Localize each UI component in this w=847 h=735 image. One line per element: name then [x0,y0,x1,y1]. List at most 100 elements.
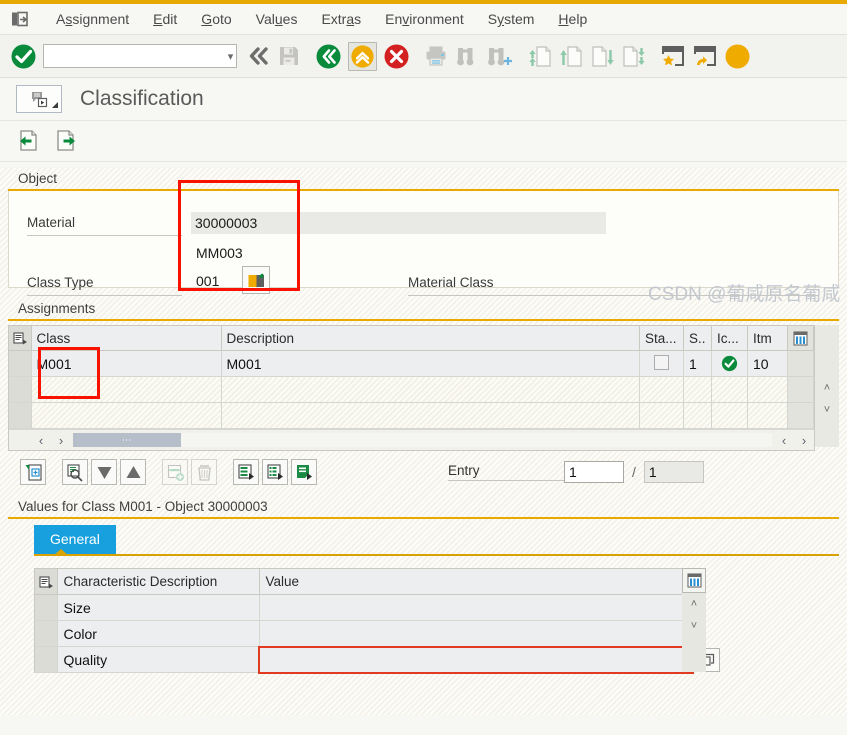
hscroll-thumb[interactable]: ⋯ [73,433,181,447]
hscroll-right-icon[interactable]: › [51,433,71,448]
menu-item-extras[interactable]: Extras [309,11,373,27]
cell-s[interactable]: 1 [683,350,712,377]
save-icon[interactable] [277,44,301,68]
sort-ascending-icon[interactable] [120,459,146,485]
chevron-down-icon[interactable]: ▾ [225,50,236,63]
last-page-icon[interactable] [621,44,646,69]
table-settings-icon[interactable] [787,326,814,351]
classification-screen-icon[interactable] [16,85,62,113]
print-icon[interactable] [424,44,448,68]
cell-characteristic[interactable]: Color [57,620,260,647]
cell-itm[interactable] [747,376,788,403]
cell-value-active[interactable] [258,645,720,674]
cell-ic[interactable] [711,402,748,429]
delete-row-icon[interactable] [191,459,217,485]
row-selector[interactable] [9,376,32,403]
vscroll-up-icon[interactable]: ˄ [682,593,706,615]
column-header-value[interactable]: Value [259,569,693,595]
row-selector[interactable] [35,594,58,621]
select-all-icon[interactable] [35,569,58,595]
create-shortcut-icon[interactable] [692,44,718,68]
new-entries-icon[interactable] [20,459,46,485]
column-header-characteristic-description[interactable]: Characteristic Description [57,569,260,595]
entry-current-input[interactable] [564,461,624,483]
hscroll-page-left-icon[interactable]: ‹ [774,433,794,448]
cell-value[interactable] [259,594,693,621]
previous-object-icon[interactable] [16,128,40,155]
next-object-icon[interactable] [54,128,78,155]
detail-list-1-icon[interactable] [233,459,259,485]
column-header-class[interactable]: Class [31,326,222,351]
menu-item-goto[interactable]: Goto [189,11,243,27]
cell-characteristic[interactable]: Size [57,594,260,621]
row-selector[interactable] [35,620,58,647]
cell-characteristic[interactable]: Quality [57,646,260,673]
row-selector[interactable] [9,402,32,429]
material-input[interactable]: 30000003 [191,212,606,234]
cell-s[interactable] [683,376,712,403]
find-next-icon[interactable] [486,44,514,68]
column-header-s[interactable]: S.. [683,326,712,351]
vscroll-down-icon[interactable]: ˅ [815,399,839,421]
cell-status-checkbox[interactable] [639,402,684,429]
cell-itm[interactable]: 10 [747,350,788,377]
select-all-icon[interactable] [9,326,32,351]
status-checkbox[interactable] [654,354,669,370]
cell-status-checkbox[interactable] [639,376,684,403]
hscroll-page-right-icon[interactable]: › [794,433,814,448]
sort-descending-icon[interactable] [91,459,117,485]
history-back-double-icon[interactable] [247,44,271,68]
column-header-ic[interactable]: Ic... [711,326,748,351]
vscroll-up-icon[interactable]: ˄ [815,377,839,399]
cell-ic[interactable] [711,376,748,403]
table-row[interactable] [9,402,814,429]
previous-page-icon[interactable] [559,44,584,69]
table-row[interactable]: Size [35,594,693,621]
command-input[interactable] [44,45,225,67]
hscroll-left-icon[interactable]: ‹ [31,433,51,448]
column-header-status[interactable]: Sta... [639,326,684,351]
table-row[interactable]: Quality [35,645,720,674]
characteristics-vscrollbar[interactable]: ˄ ˅ [682,568,706,672]
class-type-picker-icon[interactable] [242,266,270,294]
row-selector[interactable] [35,646,58,673]
cell-class[interactable] [31,402,222,429]
vscroll-down-icon[interactable]: ˅ [682,615,706,637]
menu-item-system[interactable]: System [476,11,547,27]
system-menu-icon[interactable] [8,9,30,29]
menu-item-values[interactable]: Values [244,11,310,27]
exit-up-icon[interactable] [348,41,377,71]
cell-description[interactable]: M001 [221,350,640,377]
class-type-value[interactable]: 001 [196,273,219,289]
hscroll-track[interactable]: ⋯ [73,433,772,447]
back-green-icon[interactable] [315,43,342,70]
find-class-icon[interactable] [62,459,88,485]
cell-description[interactable] [221,376,640,403]
cell-class[interactable] [31,376,222,403]
detail-list-2-icon[interactable] [262,459,288,485]
assignments-vscrollbar[interactable]: ˄ ˅ [815,325,839,447]
menu-item-help[interactable]: Help [546,11,599,27]
menu-item-assignment[interactable]: Assignment [44,11,141,27]
column-header-description[interactable]: Description [221,326,640,351]
column-header-itm[interactable]: Itm [747,326,788,351]
menu-item-edit[interactable]: Edit [141,11,189,27]
enter-check-icon[interactable] [10,43,37,70]
tab-general[interactable]: General [34,525,116,554]
table-settings-icon[interactable] [682,568,706,593]
assignments-hscrollbar[interactable]: ‹ › ⋯ ‹ › [9,429,814,450]
detail-list-3-icon[interactable] [291,459,317,485]
help-icon[interactable] [724,43,751,70]
cell-status-checkbox[interactable] [639,350,684,377]
menu-item-environment[interactable]: Environment [373,11,476,27]
command-field[interactable]: ▾ [43,44,237,68]
find-icon[interactable] [454,44,480,68]
dropdown-corner-icon[interactable] [52,102,58,108]
cell-ic[interactable] [711,350,748,377]
create-session-icon[interactable] [660,44,686,68]
cell-itm[interactable] [747,402,788,429]
cell-class[interactable]: M001 [31,350,222,377]
cell-description[interactable] [221,402,640,429]
row-selector[interactable] [9,350,32,377]
next-page-icon[interactable] [590,44,615,69]
